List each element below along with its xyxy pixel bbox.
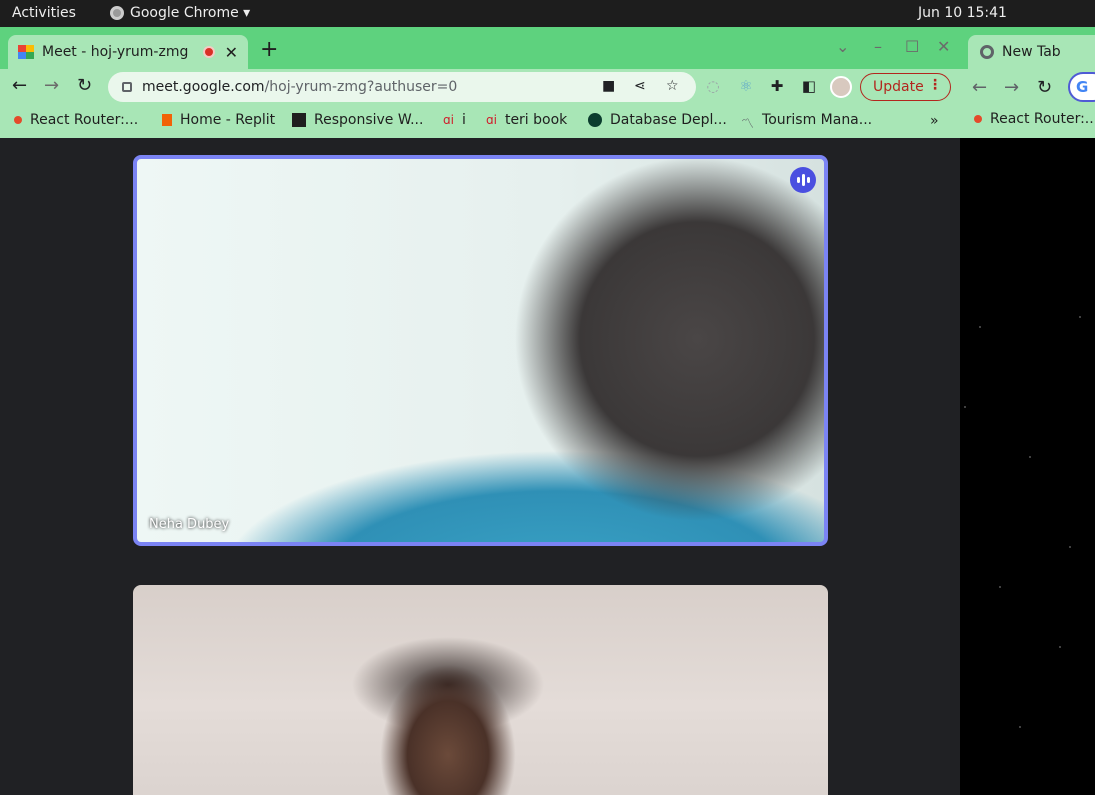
bookmark-label: React Router:... <box>990 111 1095 127</box>
url-host: meet.google.com <box>142 79 265 95</box>
update-button[interactable]: Update ⋮ <box>860 73 951 101</box>
tab-meet[interactable]: Meet - hoj-yrum-zmg ✕ <box>8 35 248 69</box>
meet-stage: Neha Dubey <box>0 138 960 795</box>
ai-logo-icon: ɑi <box>486 113 497 127</box>
share-icon[interactable]: ⋖ <box>634 78 646 94</box>
bookmark-replit[interactable]: Home - Replit <box>162 112 275 128</box>
bookmark-react-router-secondary[interactable]: React Router:... <box>974 111 1095 127</box>
camera-icon[interactable]: ■ <box>602 78 615 94</box>
lock-icon <box>122 82 132 92</box>
forward-icon[interactable]: → <box>44 75 59 96</box>
bookmark-label: Database Depl... <box>610 112 727 128</box>
google-g-icon: G <box>1076 78 1089 96</box>
ai-logo-icon: ɑi <box>443 113 454 127</box>
extensions-puzzle-icon[interactable]: ✚ <box>767 77 787 97</box>
minimize-icon[interactable]: – <box>874 37 882 56</box>
new-tab-button[interactable]: + <box>260 37 278 62</box>
extension-ghost-icon[interactable]: ◌ <box>703 77 723 97</box>
tab-search-icon[interactable]: ⌄ <box>836 37 849 56</box>
bookmark-label: teri book <box>504 112 568 128</box>
bookmark-react-router[interactable]: React Router:... <box>14 112 138 128</box>
bookmark-database[interactable]: Database Depl... <box>588 112 727 128</box>
react-router-icon <box>14 116 22 124</box>
chrome-tab-icon <box>980 45 994 59</box>
back-icon[interactable]: ← <box>972 77 987 98</box>
participant-name: Neha Dubey <box>149 517 230 532</box>
bookmark-label: i <box>461 112 466 128</box>
chart-line-icon: 〽 <box>741 117 755 132</box>
profile-avatar[interactable] <box>830 76 852 98</box>
tab-new-tab[interactable]: New Tab <box>968 35 1095 69</box>
app-name: Google Chrome ▾ <box>130 5 251 21</box>
replit-icon <box>162 114 172 126</box>
side-panel-icon[interactable]: ◧ <box>799 77 819 97</box>
tab-title: New Tab <box>1002 44 1061 60</box>
tab-title: Meet - hoj-yrum-zmg <box>42 44 189 60</box>
toolbar-secondary: ← → ↻ G React Router:... <box>960 69 1095 138</box>
address-bar[interactable]: meet.google.com/hoj-yrum-zmg?authuser=0 … <box>108 72 696 102</box>
bookmark-label: Tourism Mana... <box>762 112 873 128</box>
bookmark-teri-book[interactable]: ɑi teri book <box>486 112 567 128</box>
app-menu[interactable]: Google Chrome ▾ <box>110 5 250 21</box>
mongodb-leaf-icon <box>588 113 602 127</box>
tab-strip: Meet - hoj-yrum-zmg ✕ + ⌄ – ☐ ✕ <box>0 27 960 69</box>
speaking-indicator-icon <box>790 167 816 193</box>
tab-strip-secondary: New Tab <box>960 27 1095 69</box>
update-label: Update <box>873 79 924 95</box>
more-menu-icon[interactable]: ⋮ <box>928 77 942 93</box>
chrome-window-main: Meet - hoj-yrum-zmg ✕ + ⌄ – ☐ ✕ ← → ↻ me… <box>0 27 960 795</box>
bookmark-i[interactable]: ɑi i <box>443 112 466 128</box>
bookmark-star-icon[interactable]: ☆ <box>666 78 679 94</box>
bookmark-label: Responsive W... <box>314 112 424 128</box>
clock[interactable]: Jun 10 15:41 <box>918 5 1007 21</box>
system-top-bar: Activities Google Chrome ▾ Jun 10 15:41 <box>0 0 1095 27</box>
reload-icon[interactable]: ↻ <box>77 75 92 96</box>
bookmarks-more-icon[interactable]: » <box>930 113 939 129</box>
bookmark-label: React Router:... <box>30 112 139 128</box>
activities-button[interactable]: Activities <box>12 5 76 21</box>
toolbar: ← → ↻ meet.google.com/hoj-yrum-zmg?authu… <box>0 69 960 105</box>
recording-icon <box>202 46 215 58</box>
google-meet-icon <box>18 45 34 59</box>
react-devtools-icon[interactable]: ⚛ <box>736 77 756 97</box>
forward-icon[interactable]: → <box>1004 77 1019 98</box>
participant-tile-active[interactable]: Neha Dubey <box>133 155 828 546</box>
url-path: /hoj-yrum-zmg?authuser=0 <box>264 79 458 95</box>
close-window-icon[interactable]: ✕ <box>937 37 950 56</box>
back-icon[interactable]: ← <box>12 75 27 96</box>
chrome-icon <box>110 6 124 20</box>
maximize-icon[interactable]: ☐ <box>905 37 919 56</box>
address-bar-secondary[interactable]: G <box>1068 72 1095 102</box>
bookmark-tourism[interactable]: 〽 Tourism Mana... <box>741 112 873 132</box>
close-tab-icon[interactable]: ✕ <box>225 43 238 62</box>
participant-tile[interactable] <box>133 585 828 795</box>
bookmark-label: Home - Replit <box>180 112 276 128</box>
chrome-window-secondary: New Tab ← → ↻ G React Router:... <box>960 27 1095 795</box>
bookmark-responsive[interactable]: Responsive W... <box>292 112 423 128</box>
bookmarks-bar: React Router:... Home - Replit Responsiv… <box>0 105 960 138</box>
reload-icon[interactable]: ↻ <box>1037 77 1052 98</box>
responsive-icon <box>292 113 306 127</box>
react-router-icon <box>974 115 982 123</box>
